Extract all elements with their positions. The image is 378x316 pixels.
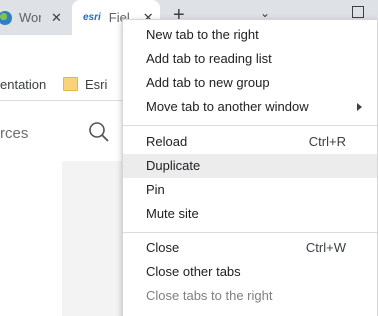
folder-icon	[63, 77, 78, 91]
menu-item-add-reading-list[interactable]: Add tab to reading list	[123, 47, 377, 71]
search-icon[interactable]	[88, 121, 110, 143]
menu-item-duplicate[interactable]: Duplicate	[123, 154, 377, 178]
tab-title: Wor	[19, 10, 41, 25]
bookmark-item[interactable]: entation	[0, 77, 46, 92]
menu-item-label: Add tab to reading list	[146, 51, 272, 66]
menu-separator	[123, 125, 377, 126]
tab-context-menu: New tab to the right Add tab to reading …	[122, 19, 378, 316]
submenu-arrow-icon	[357, 103, 362, 111]
side-panel	[62, 161, 122, 316]
restore-window-icon[interactable]	[352, 6, 364, 18]
globe-icon	[0, 10, 12, 25]
tab-wor[interactable]: Wor ✕	[0, 0, 72, 35]
menu-item-new-tab-right[interactable]: New tab to the right	[123, 23, 377, 47]
close-icon[interactable]: ✕	[51, 10, 62, 26]
menu-item-pin[interactable]: Pin	[123, 178, 377, 202]
menu-item-label: Reload	[146, 134, 188, 149]
menu-item-close-tabs-right: Close tabs to the right	[123, 284, 377, 308]
browser-window: Wor ✕ esri Fiel ✕ + ⌄ entation Esri rces	[0, 0, 378, 316]
tab-search-chevron-icon[interactable]: ⌄	[260, 6, 270, 20]
menu-item-add-new-group[interactable]: Add tab to new group	[123, 71, 377, 95]
menu-item-move-window[interactable]: Move tab to another window	[123, 95, 377, 119]
menu-item-label: Close	[146, 240, 180, 255]
menu-item-label: Close tabs to the right	[146, 288, 273, 303]
bookmark-folder-esri[interactable]: Esri	[85, 77, 107, 92]
menu-item-label: Move tab to another window	[146, 99, 309, 114]
menu-item-label: Close other tabs	[146, 264, 241, 279]
shortcut-label: Ctrl+R	[308, 134, 346, 149]
menu-item-label: New tab to the right	[146, 27, 259, 42]
menu-item-close[interactable]: Close Ctrl+W	[123, 236, 377, 260]
menu-item-reload[interactable]: Reload Ctrl+R	[123, 130, 377, 154]
menu-separator	[123, 232, 377, 233]
menu-item-mute-site[interactable]: Mute site	[123, 202, 377, 226]
shortcut-label: Ctrl+W	[305, 240, 346, 255]
menu-item-label: Add tab to new group	[146, 75, 270, 90]
menu-item-close-other-tabs[interactable]: Close other tabs	[123, 260, 377, 284]
esri-logo-icon: esri	[83, 12, 101, 23]
menu-item-label: Pin	[146, 182, 165, 197]
search-area: rces	[0, 101, 130, 161]
menu-item-label: Mute site	[146, 206, 199, 221]
menu-item-label: Duplicate	[146, 158, 201, 173]
left-panel	[0, 161, 62, 316]
search-input[interactable]: rces	[0, 125, 28, 142]
